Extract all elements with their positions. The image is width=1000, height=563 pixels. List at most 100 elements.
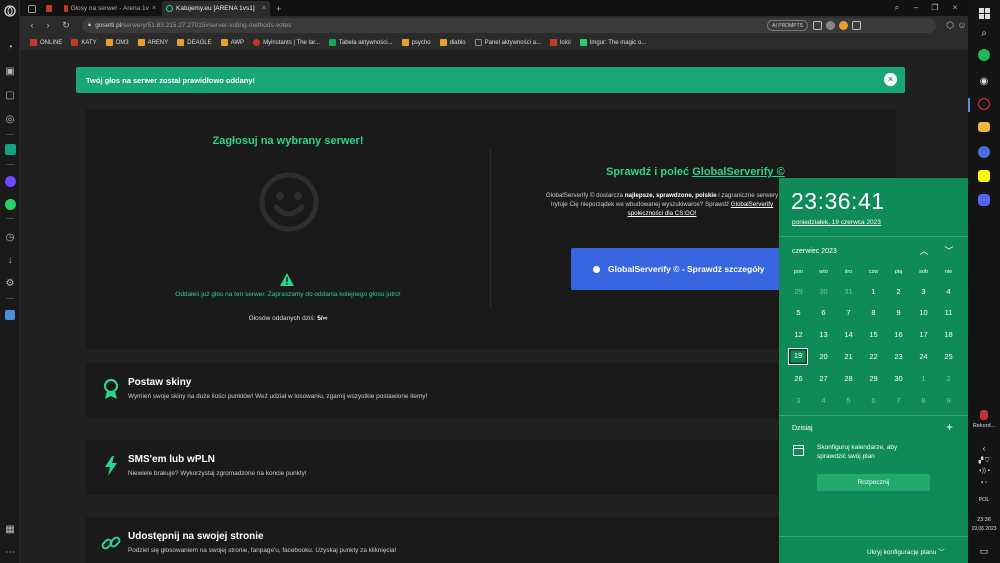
bookmark-item[interactable]: Myinstants | The lar... — [253, 39, 320, 46]
shield-icon[interactable] — [826, 21, 835, 30]
globalserverify-inline-link[interactable]: GlobalServerify — [731, 201, 773, 208]
calendar-day[interactable]: 27 — [811, 370, 836, 388]
steam-icon[interactable]: ◉ — [977, 74, 991, 88]
whatsapp-icon[interactable] — [3, 197, 17, 211]
calendar-day[interactable]: 5 — [836, 392, 861, 410]
start-button[interactable]: Rozpocznij — [817, 474, 930, 491]
calendar-day[interactable]: 3 — [911, 283, 936, 301]
close-window-icon[interactable]: × — [948, 1, 962, 14]
calendar-day[interactable]: 2 — [936, 370, 961, 388]
search-tabs-icon[interactable]: ⌕ — [890, 1, 904, 14]
notification-icon[interactable]: ▭ — [977, 544, 991, 558]
taskbar-date[interactable]: 19.06.2023 — [968, 526, 1000, 532]
tray-icons[interactable]: ▪ ▫ — [968, 480, 1000, 486]
maximize-icon[interactable]: ❐ — [928, 1, 942, 14]
globalserverify-button[interactable]: GlobalServerify © - Sprawdź szczegóły — [571, 248, 811, 290]
date-link[interactable]: poniedziałek, 19 czerwca 2023 — [792, 219, 881, 226]
add-event-icon[interactable]: + — [946, 420, 953, 434]
calendar-day[interactable]: 4 — [811, 392, 836, 410]
calendar-day[interactable]: 9 — [936, 392, 961, 410]
calendar-day[interactable]: 28 — [836, 370, 861, 388]
bag-icon[interactable]: ▣ — [3, 64, 17, 78]
minimize-icon[interactable]: – — [909, 1, 923, 14]
calendar-day[interactable]: 6 — [861, 392, 886, 410]
calendar-day[interactable]: 31 — [836, 283, 861, 301]
calendar-day[interactable]: 30 — [811, 283, 836, 301]
tab-2[interactable]: Głosy na serwer - Arena 1v × — [60, 1, 160, 16]
calendar-day[interactable]: 23 — [886, 348, 911, 366]
chevron-up-icon[interactable]: ︿ — [918, 245, 930, 257]
calendar-day[interactable]: 30 — [886, 370, 911, 388]
calendar-day[interactable]: 3 — [786, 392, 811, 410]
bookmark-item[interactable]: DEAGLE — [177, 39, 212, 46]
bookmark-item[interactable]: KATY — [71, 39, 97, 46]
windows-start-icon[interactable] — [977, 6, 991, 20]
calendar-day[interactable]: 8 — [911, 392, 936, 410]
hide-plan-link[interactable]: Ukryj konfigurację planu ﹀ — [867, 546, 945, 556]
speed-dial-icon[interactable]: ◔ — [3, 40, 17, 54]
calendar-day[interactable]: 15 — [861, 326, 886, 344]
gallery-icon[interactable]: ▦ — [3, 522, 17, 536]
extensions-icon[interactable]: ⬡ — [944, 19, 956, 31]
history-icon[interactable]: ◷ — [3, 230, 17, 244]
more-icon[interactable]: ⋯ — [3, 545, 17, 559]
calendar-day[interactable]: 14 — [836, 326, 861, 344]
taskbar-time[interactable]: 23:36 — [968, 517, 1000, 523]
new-tab-button[interactable]: + — [272, 1, 286, 16]
bookmark-item[interactable]: diablo — [439, 39, 466, 46]
calendar-day[interactable]: 18 — [936, 326, 961, 344]
network-icon[interactable]: ▞ ⛉ — [968, 457, 1000, 465]
app-icon[interactable] — [978, 146, 990, 158]
snapchat-icon[interactable] — [978, 170, 990, 182]
instagram-icon[interactable]: ◎ — [3, 112, 17, 126]
opera-gx-taskbar-icon[interactable] — [978, 98, 990, 110]
calendar-day[interactable]: 7 — [836, 304, 861, 322]
volume-icon[interactable]: ◖)) ▪ — [968, 468, 1000, 474]
feature-share[interactable]: Udostępnij na swojej stronie Podziel się… — [86, 517, 896, 563]
calendar-day[interactable]: 7 — [886, 392, 911, 410]
calendar-day[interactable]: 26 — [786, 370, 811, 388]
bookmark-item[interactable]: ARENY — [137, 39, 168, 46]
calendar-day[interactable]: 13 — [811, 326, 836, 344]
language-indicator[interactable]: POL — [968, 497, 1000, 503]
camera-icon[interactable] — [813, 21, 822, 30]
feature-sms[interactable]: SMS'em lub wPLN Niewiele brakuje? Wykorz… — [86, 440, 896, 495]
bookmark-item[interactable]: psycho — [401, 39, 431, 46]
bookmark-item[interactable]: AWP — [220, 39, 244, 46]
tab-3-active[interactable]: Katujemy.eu [ARENA 1vs1] × — [162, 1, 270, 16]
calendar-day[interactable]: 10 — [911, 304, 936, 322]
tab-1[interactable] — [42, 1, 56, 16]
calendar-day[interactable]: 1 — [861, 283, 886, 301]
feature-skins[interactable]: Postaw skiny Wymień swoje skiny na duże … — [86, 363, 896, 418]
calendar-day[interactable]: 21 — [836, 348, 861, 366]
calendar-day[interactable]: 29 — [861, 370, 886, 388]
forward-icon[interactable]: › — [42, 19, 54, 31]
profile-icon[interactable]: ☺ — [956, 19, 968, 31]
calendar-day[interactable]: 12 — [786, 326, 811, 344]
calendar-day[interactable]: 4 — [936, 283, 961, 301]
bookmark-item[interactable]: OM3 — [105, 39, 129, 46]
discord-icon[interactable] — [978, 194, 990, 206]
close-icon[interactable]: × — [884, 73, 897, 86]
calendar-day[interactable]: 24 — [911, 348, 936, 366]
calendar-day[interactable]: 5 — [786, 304, 811, 322]
calendar-day[interactable]: 6 — [811, 304, 836, 322]
bookmark-item[interactable]: ONLINE — [30, 39, 62, 46]
recorder-icon[interactable] — [980, 410, 988, 420]
chevron-left-icon[interactable]: ‹ — [968, 444, 1000, 453]
calendar-day[interactable]: 1 — [911, 370, 936, 388]
chevron-down-icon[interactable]: ﹀ — [943, 245, 955, 257]
close-icon[interactable]: × — [262, 5, 266, 12]
vpn-icon[interactable] — [839, 21, 848, 30]
calendar-day[interactable]: 25 — [936, 348, 961, 366]
bookmark-item[interactable]: Tabela aktywności... — [328, 39, 393, 46]
search-icon[interactable]: ⌕ — [977, 26, 991, 40]
month-label[interactable]: czerwiec 2023 — [792, 248, 837, 255]
messenger-icon[interactable] — [3, 174, 17, 188]
snapshot-icon[interactable] — [852, 21, 861, 30]
globalserverify-link[interactable]: GlobalServerify © — [692, 166, 784, 178]
calendar-day-today[interactable]: 19 — [788, 348, 808, 365]
download-icon[interactable]: ↓ — [3, 253, 17, 267]
ai-prompts-button[interactable]: AI PROMPTS — [767, 20, 808, 31]
spotify-icon[interactable] — [978, 49, 990, 61]
